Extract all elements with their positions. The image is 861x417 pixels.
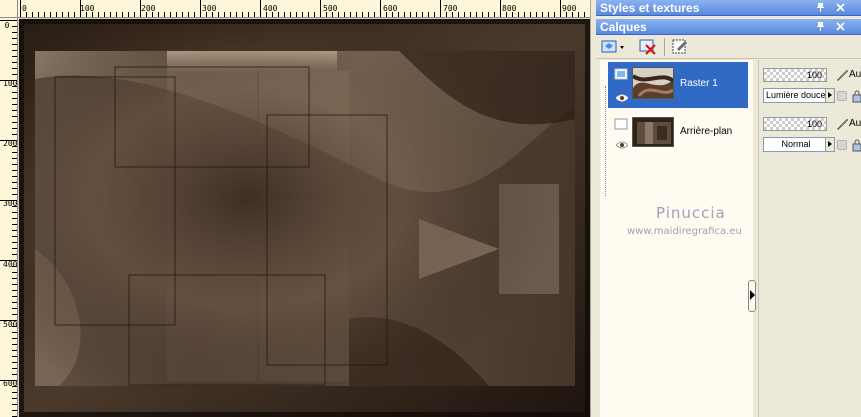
pin-icon[interactable] [814, 20, 827, 33]
ruler-vertical-ticks [0, 20, 17, 417]
layers-titlebar[interactable]: Calques [596, 19, 861, 35]
ruler-v-label: 600 [3, 379, 18, 388]
ruler-h-label: 700 [443, 4, 458, 13]
chevron-right-icon [825, 138, 834, 151]
link-icon[interactable] [837, 91, 847, 101]
blend-mode-value: Lumière douce [766, 90, 826, 100]
ruler-horizontal: 0 100 200 300 400 500 600 700 800 900 [0, 0, 590, 18]
layer-row-background[interactable]: Arrière-plan [608, 112, 748, 158]
ruler-v-label: 300 [3, 199, 18, 208]
ruler-h-label: 300 [202, 4, 217, 13]
layer-type-icon [614, 68, 628, 80]
layer-name[interactable]: Arrière-plan [680, 126, 732, 137]
opacity-value: 100 [806, 119, 822, 129]
close-icon[interactable] [834, 1, 847, 14]
ruler-h-label: 200 [141, 4, 156, 13]
styles-textures-title: Styles et textures [600, 1, 700, 15]
layer-thumbnail [632, 117, 674, 147]
styles-textures-titlebar[interactable]: Styles et textures [596, 0, 861, 16]
ruler-h-label: 900 [562, 4, 577, 13]
opacity-value: 100 [806, 70, 822, 80]
ruler-h-label: 400 [263, 4, 278, 13]
layer-properties-column: 100 Au Lumière douce 100 Au Normal [758, 60, 861, 417]
opacity-slider[interactable]: 100 [763, 68, 827, 82]
pin-icon[interactable] [814, 1, 827, 14]
blend-mode-value: Normal [781, 139, 811, 149]
ruler-h-label: 800 [502, 4, 517, 13]
layer-properties-icon[interactable] [670, 37, 690, 57]
chevron-right-icon [825, 89, 834, 102]
palettes-panel: Styles et textures Calques Raster 1 Arri… [596, 0, 861, 417]
watermark-name: Pinuccia [656, 204, 726, 222]
brush-icon[interactable] [835, 117, 849, 131]
eye-icon[interactable] [615, 93, 629, 102]
ruler-v-label: 400 [3, 260, 18, 269]
opacity-slider[interactable]: 100 [763, 117, 827, 131]
blend-range-label: Au [849, 118, 861, 129]
canvas-artwork [19, 19, 590, 417]
ruler-v-label: 200 [3, 139, 18, 148]
ruler-h-label: 600 [383, 4, 398, 13]
toolbar-separator [664, 38, 665, 56]
new-layer-icon[interactable] [600, 37, 628, 57]
layers-list: Raster 1 Arrière-plan [600, 60, 753, 417]
link-icon[interactable] [837, 140, 847, 150]
layer-name[interactable]: Raster 1 [680, 78, 718, 89]
ruler-h-label: 100 [80, 4, 95, 13]
layer-thumbnail [632, 67, 674, 99]
ruler-v-label: 0 [4, 21, 10, 30]
expand-arrow-icon [750, 290, 755, 300]
layer-type-icon [614, 118, 628, 130]
ruler-h-label: 500 [323, 4, 338, 13]
blend-range-label: Au [849, 69, 861, 80]
lock-icon[interactable] [851, 89, 861, 103]
delete-layer-icon[interactable] [638, 37, 658, 57]
ruler-corner [0, 0, 18, 18]
panel-splitter[interactable] [748, 280, 756, 312]
watermark-url: www.maidiregrafica.eu [627, 226, 742, 237]
layer-row-raster-1[interactable]: Raster 1 [608, 62, 748, 108]
ruler-v-label: 500 [3, 320, 18, 329]
close-icon[interactable] [834, 20, 847, 33]
eye-icon[interactable] [615, 140, 629, 149]
image-canvas[interactable] [19, 19, 590, 417]
lock-icon[interactable] [851, 138, 861, 152]
ruler-vertical: 0 100 200 300 400 500 600 [0, 18, 18, 417]
brush-icon[interactable] [835, 68, 849, 82]
ruler-v-label: 100 [3, 79, 18, 88]
layers-title: Calques [600, 20, 647, 34]
layer-tree-line [605, 86, 606, 196]
layers-toolbar [596, 35, 861, 59]
blend-mode-select[interactable]: Normal [763, 137, 835, 152]
blend-mode-select[interactable]: Lumière douce [763, 88, 835, 103]
ruler-h-label: 0 [22, 4, 27, 13]
